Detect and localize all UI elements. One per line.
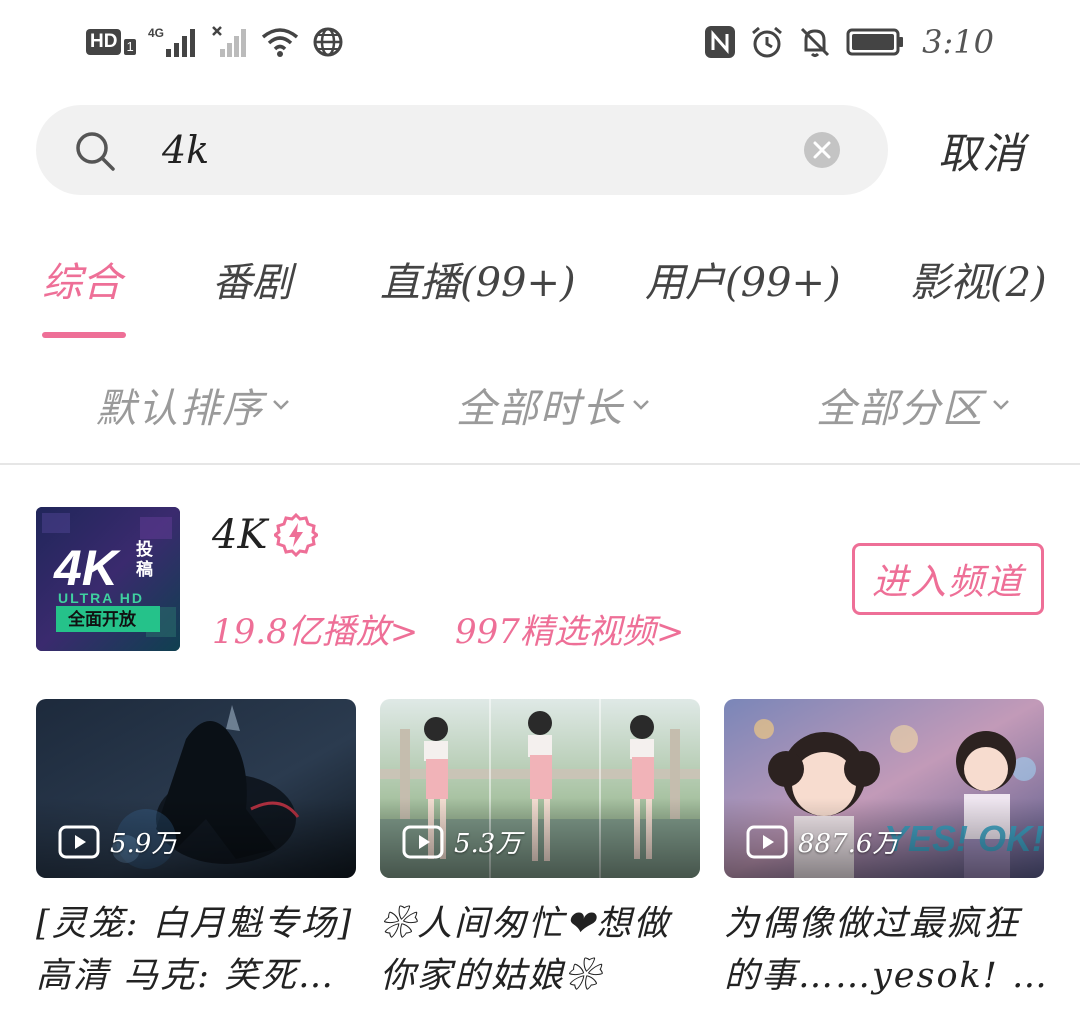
thumb-banner-text: 全面开放: [67, 609, 137, 630]
filter-category[interactable]: 全部分区: [816, 376, 1010, 434]
view-count: 5.9万: [110, 829, 178, 859]
search-input[interactable]: [162, 123, 762, 177]
tab-users[interactable]: 用户(99+): [645, 250, 841, 308]
tab-comprehensive[interactable]: 综合: [42, 250, 122, 308]
video-title-line: ❀人间匆忙❤想做: [380, 904, 671, 944]
filter-duration[interactable]: 全部时长: [456, 376, 650, 434]
battery-icon: [846, 28, 904, 56]
tab-film[interactable]: 影视(2): [910, 250, 1047, 308]
tab-bangumi[interactable]: 番剧: [212, 250, 292, 308]
filter-bar: 默认排序 全部时长 全部分区: [0, 376, 1080, 432]
search-result-tabs: 综合 番剧 直播(99+) 用户(99+) 影视(2): [0, 250, 1080, 340]
thumb-side-text-1: 投: [136, 539, 153, 560]
channel-thumbnail-art: 4K 投 稿 ULTRA HD 全面开放: [36, 507, 180, 651]
video-title-line: 为偶像做过最疯狂: [724, 904, 1021, 944]
channel-stats: 19.8亿播放> 997精选视频>: [212, 604, 710, 653]
thumb-ultra-text: ULTRA HD: [58, 590, 144, 606]
network-label: 4G: [148, 26, 164, 40]
hd-sub: 1: [124, 39, 136, 55]
thumb-4k-text: 4K: [53, 540, 122, 596]
video-card[interactable]: YES! OK! 887.6万 为偶像做过最疯狂 的事……yesok! …: [724, 699, 1044, 1002]
video-title-line: 高清 马克: 笑死…: [36, 956, 336, 996]
filter-category-label: 全部分区: [816, 386, 984, 432]
enter-channel-button[interactable]: 进入频道: [852, 543, 1044, 615]
play-count: 887.6万: [746, 823, 898, 860]
signal-4g-icon: 4G: [148, 26, 195, 57]
filter-sort-label: 默认排序: [96, 386, 264, 432]
video-title[interactable]: [灵笼: 白月魁专场] 高清 马克: 笑死…: [36, 898, 356, 1002]
nfc-icon: [705, 26, 736, 58]
filter-duration-label: 全部时长: [456, 386, 624, 432]
chevron-down-icon: [993, 400, 1009, 410]
clock: 3:10: [922, 23, 994, 61]
status-right-icons: 3:10: [704, 22, 994, 62]
hd-voice-icon: HD 1: [86, 29, 136, 55]
video-title-line: 你家的姑娘❀: [380, 956, 603, 996]
play-count: 5.9万: [58, 823, 177, 860]
video-thumbnail[interactable]: 5.9万: [36, 699, 356, 878]
wifi-icon: [261, 28, 298, 57]
video-title[interactable]: ❀人间匆忙❤想做 你家的姑娘❀: [380, 898, 700, 1002]
video-title[interactable]: 为偶像做过最疯狂 的事……yesok! …: [724, 898, 1044, 1002]
search-bar[interactable]: [36, 105, 888, 195]
video-thumbnail[interactable]: 5.3万: [380, 699, 700, 878]
hd-label: HD: [86, 29, 122, 55]
channel-thumbnail[interactable]: 4K 投 稿 ULTRA HD 全面开放: [36, 507, 180, 651]
status-bar: HD 1 4G 3:10: [0, 0, 1080, 84]
alarm-icon: [752, 26, 783, 58]
video-thumbnail[interactable]: YES! OK! 887.6万: [724, 699, 1044, 878]
view-count: 887.6万: [798, 829, 899, 859]
play-count: 5.3万: [402, 823, 521, 860]
search-icon: [76, 132, 115, 171]
cancel-button[interactable]: 取消: [938, 120, 1026, 181]
mute-bell-icon: [801, 27, 830, 57]
globe-icon: [313, 27, 343, 57]
tab-live[interactable]: 直播(99+): [380, 250, 576, 308]
filter-sort[interactable]: 默认排序: [96, 376, 290, 434]
active-tab-indicator: [42, 332, 126, 338]
chevron-down-icon: [633, 400, 649, 410]
signal-no-sim-icon: [211, 26, 246, 57]
chevron-down-icon: [273, 400, 289, 410]
channel-plays-link[interactable]: 19.8亿播放>: [212, 612, 418, 652]
divider: [0, 463, 1080, 465]
clear-search-icon[interactable]: [804, 132, 840, 168]
play-icon: [746, 825, 788, 858]
view-count: 5.3万: [454, 829, 522, 859]
channel-name[interactable]: 4K: [212, 512, 267, 558]
play-icon: [402, 825, 444, 858]
thumb-side-text-2: 稿: [136, 559, 153, 580]
video-title-line: 的事……yesok! …: [724, 956, 1044, 996]
channel-featured-link[interactable]: 997精选视频>: [455, 612, 684, 652]
video-title-line: [灵笼: 白月魁专场]: [36, 904, 354, 944]
lightning-badge-icon: [274, 513, 318, 557]
status-left-icons: HD 1 4G: [86, 22, 346, 62]
play-icon: [58, 825, 100, 858]
video-card[interactable]: 5.9万 [灵笼: 白月魁专场] 高清 马克: 笑死…: [36, 699, 356, 1002]
video-card[interactable]: 5.3万 ❀人间匆忙❤想做 你家的姑娘❀: [380, 699, 700, 1002]
